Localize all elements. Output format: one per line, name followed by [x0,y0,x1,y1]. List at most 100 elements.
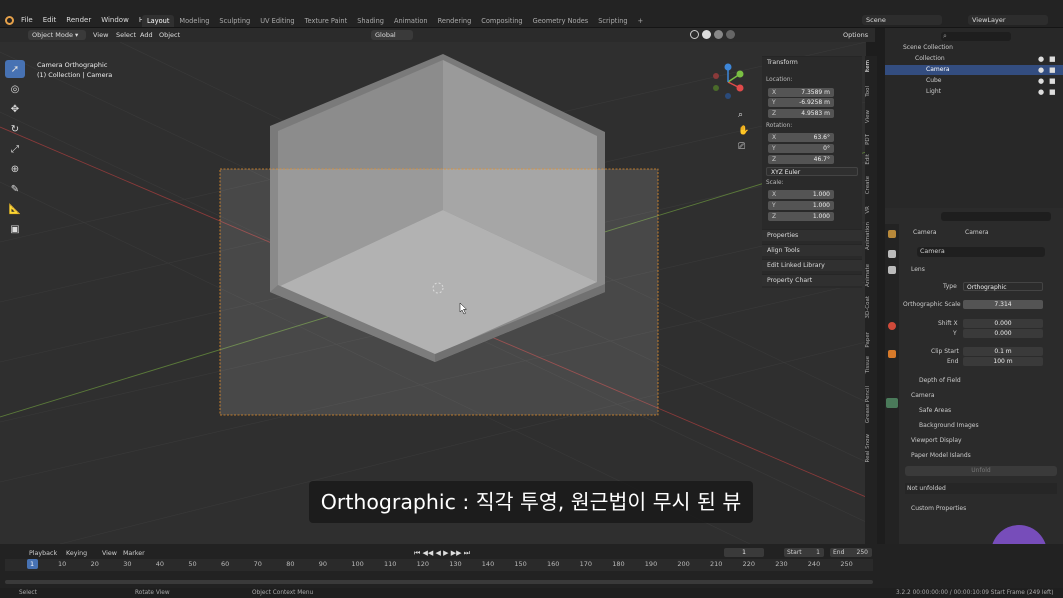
align-tools-section[interactable]: Align Tools [762,244,862,256]
rotation-mode-dropdown[interactable]: XYZ Euler [766,167,858,176]
timeline-playback-menu[interactable]: Playback [29,550,57,557]
camera-view-icon[interactable]: ⎚ [738,142,745,152]
section-camera[interactable]: Camera [911,392,935,399]
render-props-icon[interactable] [888,250,896,258]
tab-layout[interactable]: Layout [142,15,175,27]
menu-select[interactable]: Select [116,30,136,40]
tab-uv-editing[interactable]: UV Editing [255,15,299,27]
current-frame-field[interactable]: 1 [724,548,764,557]
tab-paper[interactable]: Paper [865,332,877,348]
menu-object[interactable]: Object [159,30,180,40]
start-frame-field[interactable]: Start 1 [784,548,824,557]
menu-window[interactable]: Window [96,15,134,25]
type-dropdown[interactable]: Orthographic [963,282,1043,291]
world-props-icon[interactable] [888,322,896,330]
rotate-tool-icon[interactable]: ↻ [5,120,25,138]
location-x-field[interactable]: X 7.3589 m [768,88,834,97]
scale-y-field[interactable]: Y 1.000 [768,201,834,210]
scale-tool-icon[interactable]: ⤢ [5,140,25,158]
tab-tissue[interactable]: Tissue [865,356,877,373]
clip-start-field[interactable]: 0.1 m [963,347,1043,356]
object-props-icon[interactable] [888,350,896,358]
outliner-item-light[interactable]: Light [926,88,941,95]
tab-item[interactable]: Item [865,60,877,73]
annotate-tool-icon[interactable]: ✎ [5,180,25,198]
tab-animation[interactable]: Animation [389,15,433,27]
rendered-icon[interactable] [726,30,735,39]
viewlayer-selector[interactable]: ViewLayer [968,15,1048,25]
render-camera-icon[interactable]: ■ ■ ■ ■ [1049,54,1056,98]
menu-edit[interactable]: Edit [38,15,62,25]
camera-data-name-field[interactable]: Camera [917,247,1045,257]
unfold-button[interactable]: Unfold [905,466,1057,476]
outliner-item-cube[interactable]: Cube [926,77,942,84]
shading-buttons[interactable] [690,30,740,40]
tab-animation[interactable]: Animation [865,222,877,250]
playback-controls[interactable]: ⏮ ◀◀ ◀ ▶ ▶▶ ⏭ [414,549,470,558]
property-chart-section[interactable]: Property Chart [762,274,862,286]
location-z-field[interactable]: Z 4.9583 m [768,109,834,118]
options-dropdown[interactable]: Options [843,30,868,40]
tab-pdt[interactable]: PDT [865,134,877,145]
shift-y-field[interactable]: 0.000 [963,329,1043,338]
section-viewport-display[interactable]: Viewport Display [911,437,962,444]
section-background-images[interactable]: Background Images [919,422,979,429]
zoom-icon[interactable]: ⌕ [738,110,743,120]
outliner-item-camera[interactable]: Camera [926,66,950,73]
transform-tool-icon[interactable]: ⊕ [5,160,25,178]
edit-linked-library-section[interactable]: Edit Linked Library [762,259,862,271]
add-workspace-icon[interactable]: + [633,15,649,27]
select-tool-icon[interactable]: ➚ [5,60,25,78]
timeline-keying-menu[interactable]: Keying [66,550,87,557]
solid-icon[interactable] [702,30,711,39]
wireframe-icon[interactable] [690,30,699,39]
tab-texture-paint[interactable]: Texture Paint [300,15,353,27]
section-custom-properties[interactable]: Custom Properties [911,505,966,512]
blender-logo-icon[interactable] [5,16,14,25]
tab-grease-pencil[interactable]: Grease Pencil [865,386,877,423]
navigation-gizmo[interactable] [708,62,748,102]
output-props-icon[interactable] [888,266,896,274]
outliner-collection[interactable]: Collection [915,55,945,62]
add-cube-tool-icon[interactable]: ▣ [5,220,25,238]
menu-render[interactable]: Render [61,15,96,25]
menu-file[interactable]: File [16,15,38,25]
tab-vr[interactable]: VR [865,206,877,214]
ortho-scale-field[interactable]: 7.314 [963,300,1043,309]
tab-real-snow[interactable]: Real Snow [865,434,877,462]
tab-animate[interactable]: Animate [865,264,877,287]
tool-props-icon[interactable] [888,230,896,238]
cursor-tool-icon[interactable]: ◎ [5,80,25,98]
rotation-x-field[interactable]: X 63.6° [768,133,834,142]
outliner-search[interactable]: ⌕ [941,32,1011,41]
tab-scripting[interactable]: Scripting [593,15,632,27]
clip-end-field[interactable]: 100 m [963,357,1043,366]
transform-header[interactable]: Transform [762,56,862,68]
menu-view[interactable]: View [93,30,108,40]
location-y-field[interactable]: Y -6.9258 m [768,98,834,107]
rotation-z-field[interactable]: Z 46.7° [768,155,834,164]
timeline-marker-menu[interactable]: Marker [123,550,145,557]
tab-view[interactable]: View [865,110,877,123]
timeline-scrollbar[interactable] [5,580,873,584]
tab-edit[interactable]: Edit [865,154,877,165]
tab-shading[interactable]: Shading [352,15,389,27]
outliner-scene-collection[interactable]: Scene Collection [903,44,953,51]
measure-tool-icon[interactable]: 📐 [5,200,25,218]
pan-icon[interactable]: ✋ [738,126,749,136]
orientation-dropdown[interactable]: Global [371,30,413,40]
tab-sculpting[interactable]: Sculpting [214,15,255,27]
properties-section[interactable]: Properties [762,229,862,241]
move-tool-icon[interactable]: ✥ [5,100,25,118]
rotation-y-field[interactable]: Y 0° [768,144,834,153]
menu-add[interactable]: Add [140,30,153,40]
scene-selector[interactable]: Scene [862,15,942,25]
section-safe-areas[interactable]: Safe Areas [919,407,951,414]
material-icon[interactable] [714,30,723,39]
section-paper-model-islands[interactable]: Paper Model Islands [911,452,971,459]
lens-header[interactable]: Lens [911,266,925,273]
shift-x-field[interactable]: 0.000 [963,319,1043,328]
properties-search[interactable] [941,212,1051,221]
visibility-eye-icon[interactable]: ● ● ● ● [1038,54,1044,98]
scale-z-field[interactable]: Z 1.000 [768,212,834,221]
